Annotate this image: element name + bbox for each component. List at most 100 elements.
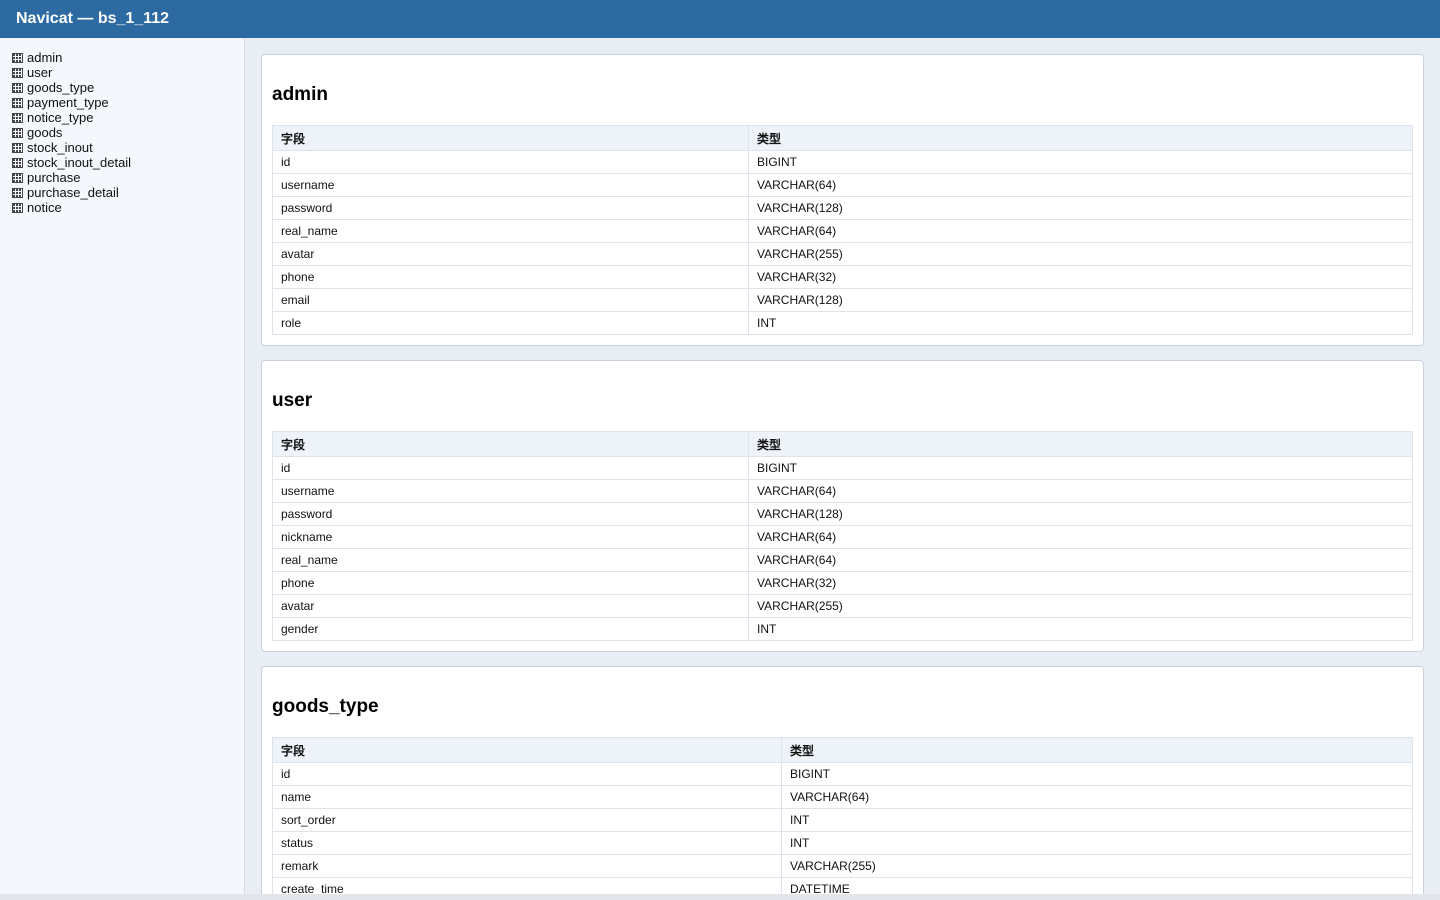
sidebar-item-notice[interactable]: notice xyxy=(12,200,244,215)
sidebar-item-admin[interactable]: admin xyxy=(12,50,244,65)
table-grid-icon xyxy=(12,67,23,78)
table-row[interactable]: real_name VARCHAR(64) xyxy=(272,219,1413,243)
table-row[interactable]: email VARCHAR(128) xyxy=(272,288,1413,312)
sidebar-item-label: stock_inout xyxy=(27,140,93,155)
columns-table: 字段 类型 id BIGINT name VARCHAR(64) sort_orde… xyxy=(272,737,1413,894)
type-cell: VARCHAR(64) xyxy=(748,548,1413,572)
field-cell: nickname xyxy=(272,525,749,549)
table-row[interactable]: id BIGINT xyxy=(272,762,1413,786)
table-row[interactable]: sort_order INT xyxy=(272,808,1413,832)
type-cell: INT xyxy=(748,617,1413,641)
field-cell: real_name xyxy=(272,548,749,572)
sidebar-item-user[interactable]: user xyxy=(12,65,244,80)
field-cell: role xyxy=(272,311,749,335)
sidebar: admin user goods_type payment_type notic… xyxy=(0,38,245,894)
type-cell: VARCHAR(64) xyxy=(748,173,1413,197)
table-row[interactable]: remark VARCHAR(255) xyxy=(272,854,1413,878)
field-cell: password xyxy=(272,502,749,526)
field-cell: name xyxy=(272,785,782,809)
column-header-field: 字段 xyxy=(272,737,782,763)
sidebar-item-label: notice xyxy=(27,200,62,215)
field-cell: username xyxy=(272,479,749,503)
table-row[interactable]: avatar VARCHAR(255) xyxy=(272,594,1413,618)
sidebar-item-goods-type[interactable]: goods_type xyxy=(12,80,244,95)
type-cell: INT xyxy=(781,831,1413,855)
sidebar-item-label: user xyxy=(27,65,53,80)
table-grid-icon xyxy=(12,172,23,183)
horizontal-scrollbar[interactable] xyxy=(0,894,1440,900)
field-cell: phone xyxy=(272,571,749,595)
sidebar-item-label: payment_type xyxy=(27,95,109,110)
sidebar-item-notice-type[interactable]: notice_type xyxy=(12,110,244,125)
table-row[interactable]: avatar VARCHAR(255) xyxy=(272,242,1413,266)
field-cell: id xyxy=(272,150,749,174)
table-grid-icon xyxy=(12,112,23,123)
table-title: user xyxy=(272,390,313,411)
table-grid-icon xyxy=(12,142,23,153)
field-cell: sort_order xyxy=(272,808,782,832)
table-grid-icon xyxy=(12,127,23,138)
table-row[interactable]: nickname VARCHAR(64) xyxy=(272,525,1413,549)
table-row[interactable]: status INT xyxy=(272,831,1413,855)
type-cell: VARCHAR(128) xyxy=(748,502,1413,526)
sidebar-item-payment-type[interactable]: payment_type xyxy=(12,95,244,110)
type-cell: DATETIME xyxy=(781,877,1413,894)
type-cell: VARCHAR(255) xyxy=(781,854,1413,878)
type-cell: VARCHAR(255) xyxy=(748,594,1413,618)
field-cell: password xyxy=(272,196,749,220)
table-detail-panel[interactable]: admin 字段 类型 id BIGINT username VARCHAR(64)… xyxy=(245,38,1440,894)
column-header-field: 字段 xyxy=(272,125,749,151)
type-cell: VARCHAR(64) xyxy=(748,525,1413,549)
window-title: Navicat — bs_1_112 xyxy=(0,0,1440,38)
field-cell: phone xyxy=(272,265,749,289)
field-cell: email xyxy=(272,288,749,312)
field-cell: avatar xyxy=(272,242,749,266)
table-row[interactable]: phone VARCHAR(32) xyxy=(272,265,1413,289)
sidebar-item-label: purchase xyxy=(27,170,81,185)
table-row[interactable]: gender INT xyxy=(272,617,1413,641)
table-row[interactable]: username VARCHAR(64) xyxy=(272,173,1413,197)
sidebar-item-purchase-detail[interactable]: purchase_detail xyxy=(12,185,244,200)
sidebar-item-label: goods_type xyxy=(27,80,95,95)
field-cell: id xyxy=(272,456,749,480)
table-row[interactable]: id BIGINT xyxy=(272,150,1413,174)
sidebar-item-label: notice_type xyxy=(27,110,94,125)
field-cell: gender xyxy=(272,617,749,641)
type-cell: BIGINT xyxy=(781,762,1413,786)
type-cell: INT xyxy=(781,808,1413,832)
header-row: 字段 类型 xyxy=(272,125,1413,151)
sidebar-item-goods[interactable]: goods xyxy=(12,125,244,140)
sidebar-item-stock-inout-detail[interactable]: stock_inout_detail xyxy=(12,155,244,170)
table-row[interactable]: role INT xyxy=(272,311,1413,335)
type-cell: BIGINT xyxy=(748,150,1413,174)
type-cell: VARCHAR(128) xyxy=(748,288,1413,312)
table-row[interactable]: id BIGINT xyxy=(272,456,1413,480)
sidebar-item-label: purchase_detail xyxy=(27,185,119,200)
type-cell: VARCHAR(32) xyxy=(748,265,1413,289)
table-title: admin xyxy=(272,84,328,105)
table-row[interactable]: password VARCHAR(128) xyxy=(272,196,1413,220)
field-cell: username xyxy=(272,173,749,197)
sidebar-item-label: stock_inout_detail xyxy=(27,155,132,170)
table-row[interactable]: name VARCHAR(64) xyxy=(272,785,1413,809)
table-row[interactable]: password VARCHAR(128) xyxy=(272,502,1413,526)
table-grid-icon xyxy=(12,52,23,63)
column-header-type: 类型 xyxy=(781,737,1413,763)
type-cell: VARCHAR(32) xyxy=(748,571,1413,595)
table-grid-icon xyxy=(12,157,23,168)
sidebar-item-purchase[interactable]: purchase xyxy=(12,170,244,185)
table-row[interactable]: real_name VARCHAR(64) xyxy=(272,548,1413,572)
sidebar-item-label: admin xyxy=(27,50,63,65)
field-cell: status xyxy=(272,831,782,855)
type-cell: VARCHAR(64) xyxy=(748,219,1413,243)
table-grid-icon xyxy=(12,97,23,108)
header-row: 字段 类型 xyxy=(272,431,1413,457)
table-row[interactable]: create_time DATETIME xyxy=(272,877,1413,894)
column-header-field: 字段 xyxy=(272,431,749,457)
table-row[interactable]: phone VARCHAR(32) xyxy=(272,571,1413,595)
type-cell: VARCHAR(128) xyxy=(748,196,1413,220)
sidebar-item-stock-inout[interactable]: stock_inout xyxy=(12,140,244,155)
header-row: 字段 类型 xyxy=(272,737,1413,763)
table-row[interactable]: username VARCHAR(64) xyxy=(272,479,1413,503)
field-cell: real_name xyxy=(272,219,749,243)
